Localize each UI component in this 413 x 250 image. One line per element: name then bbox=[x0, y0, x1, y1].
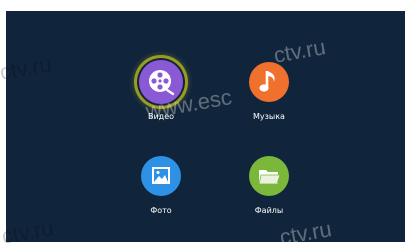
menu-item-music[interactable]: Музыка bbox=[229, 62, 309, 132]
menu-item-video[interactable]: Видео bbox=[121, 60, 201, 132]
music-note-icon bbox=[249, 62, 289, 102]
video-film-icon bbox=[137, 58, 185, 106]
media-menu-screen: Видео Музыка Фото Файлы www.esc ctv.ru c… bbox=[6, 11, 405, 242]
photo-icon bbox=[141, 156, 181, 196]
menu-item-photo[interactable]: Фото bbox=[121, 156, 201, 226]
menu-item-video-label: Видео bbox=[147, 112, 175, 121]
folder-icon bbox=[249, 156, 289, 196]
frame: Видео Музыка Фото Файлы www.esc ctv.ru c… bbox=[0, 0, 413, 249]
menu-item-files-label: Файлы bbox=[254, 206, 284, 215]
menu-item-music-label: Музыка bbox=[253, 112, 285, 121]
menu-item-photo-label: Фото bbox=[150, 206, 172, 215]
menu-item-files[interactable]: Файлы bbox=[229, 156, 309, 226]
